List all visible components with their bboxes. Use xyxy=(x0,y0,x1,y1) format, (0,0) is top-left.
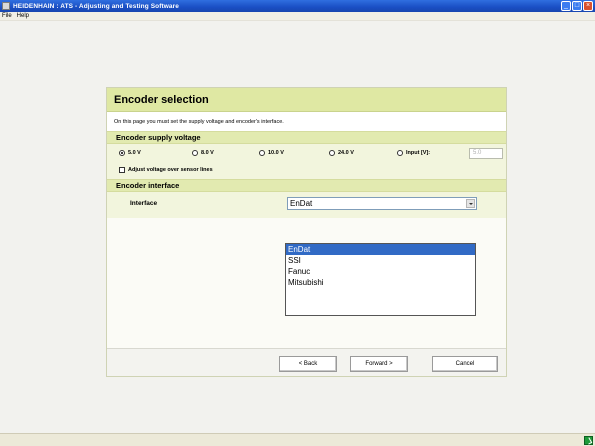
dropdown-option-endat[interactable]: EnDat xyxy=(286,244,475,255)
adjust-voltage-checkbox[interactable]: Adjust voltage over sensor lines xyxy=(119,167,213,173)
radio-label: Input [V]: xyxy=(406,150,431,156)
back-button[interactable]: < Back xyxy=(279,356,337,372)
radio-label: 5.0 V xyxy=(128,150,141,156)
menu-help[interactable]: Help xyxy=(17,13,29,19)
title-bar: HEIDENHAIN : ATS - Adjusting and Testing… xyxy=(0,0,595,12)
panel-title: Encoder selection xyxy=(107,88,506,112)
radio-label: 10.0 V xyxy=(268,150,284,156)
radio-24v[interactable]: 24.0 V xyxy=(329,150,354,156)
radio-input-voltage[interactable]: Input [V]: xyxy=(397,150,430,156)
supply-voltage-section: 5.0 V 8.0 V 10.0 V 24.0 V Input [V]: 5.0 xyxy=(107,144,506,179)
menu-file[interactable]: File xyxy=(2,13,12,19)
checkbox-icon xyxy=(119,167,125,173)
chevron-down-icon[interactable] xyxy=(466,199,475,208)
interface-selected-value: EnDat xyxy=(290,199,313,208)
radio-selected-icon xyxy=(119,150,125,156)
radio-icon xyxy=(192,150,198,156)
voltage-input[interactable]: 5.0 xyxy=(469,148,503,159)
window-controls: _ □ × xyxy=(561,1,593,11)
radio-icon xyxy=(397,150,403,156)
voltage-options: 5.0 V 8.0 V 10.0 V 24.0 V Input [V]: 5.0 xyxy=(107,144,506,164)
panel-description: On this page you must set the supply vol… xyxy=(107,112,506,131)
radio-label: 24.0 V xyxy=(338,150,354,156)
encoder-interface-heading: Encoder interface xyxy=(107,179,506,192)
radio-icon xyxy=(329,150,335,156)
maximize-icon[interactable]: □ xyxy=(572,1,582,11)
forward-button[interactable]: Forward > xyxy=(350,356,408,372)
dropdown-option-fanuc[interactable]: Fanuc xyxy=(286,266,475,277)
radio-5v[interactable]: 5.0 V xyxy=(119,150,141,156)
radio-label: 8.0 V xyxy=(201,150,214,156)
close-icon[interactable]: × xyxy=(583,1,593,11)
interface-dropdown-list: EnDat SSI Fanuc Mitsubishi xyxy=(285,243,476,316)
radio-10v[interactable]: 10.0 V xyxy=(259,150,284,156)
app-icon xyxy=(2,2,10,10)
interface-label: Interface xyxy=(130,200,158,207)
encoder-selection-panel: Encoder selection On this page you must … xyxy=(106,87,507,377)
encoder-interface-section: Interface EnDat xyxy=(107,192,506,218)
dropdown-option-mitsubishi[interactable]: Mitsubishi xyxy=(286,277,475,288)
menu-bar: File Help xyxy=(0,12,595,21)
dropdown-option-ssi[interactable]: SSI xyxy=(286,255,475,266)
supply-voltage-heading: Encoder supply voltage xyxy=(107,131,506,144)
status-bar xyxy=(0,433,595,446)
checkbox-label: Adjust voltage over sensor lines xyxy=(128,167,213,173)
window-title: HEIDENHAIN : ATS - Adjusting and Testing… xyxy=(13,2,179,10)
interface-row: Interface EnDat xyxy=(107,192,506,218)
status-ok-icon xyxy=(584,436,593,445)
radio-icon xyxy=(259,150,265,156)
radio-8v[interactable]: 8.0 V xyxy=(192,150,214,156)
minimize-icon[interactable]: _ xyxy=(561,1,571,11)
panel-footer: < Back Forward > Cancel xyxy=(107,348,506,376)
adjust-voltage-row: Adjust voltage over sensor lines xyxy=(107,164,506,179)
cancel-button[interactable]: Cancel xyxy=(432,356,498,372)
interface-select[interactable]: EnDat xyxy=(287,197,477,210)
